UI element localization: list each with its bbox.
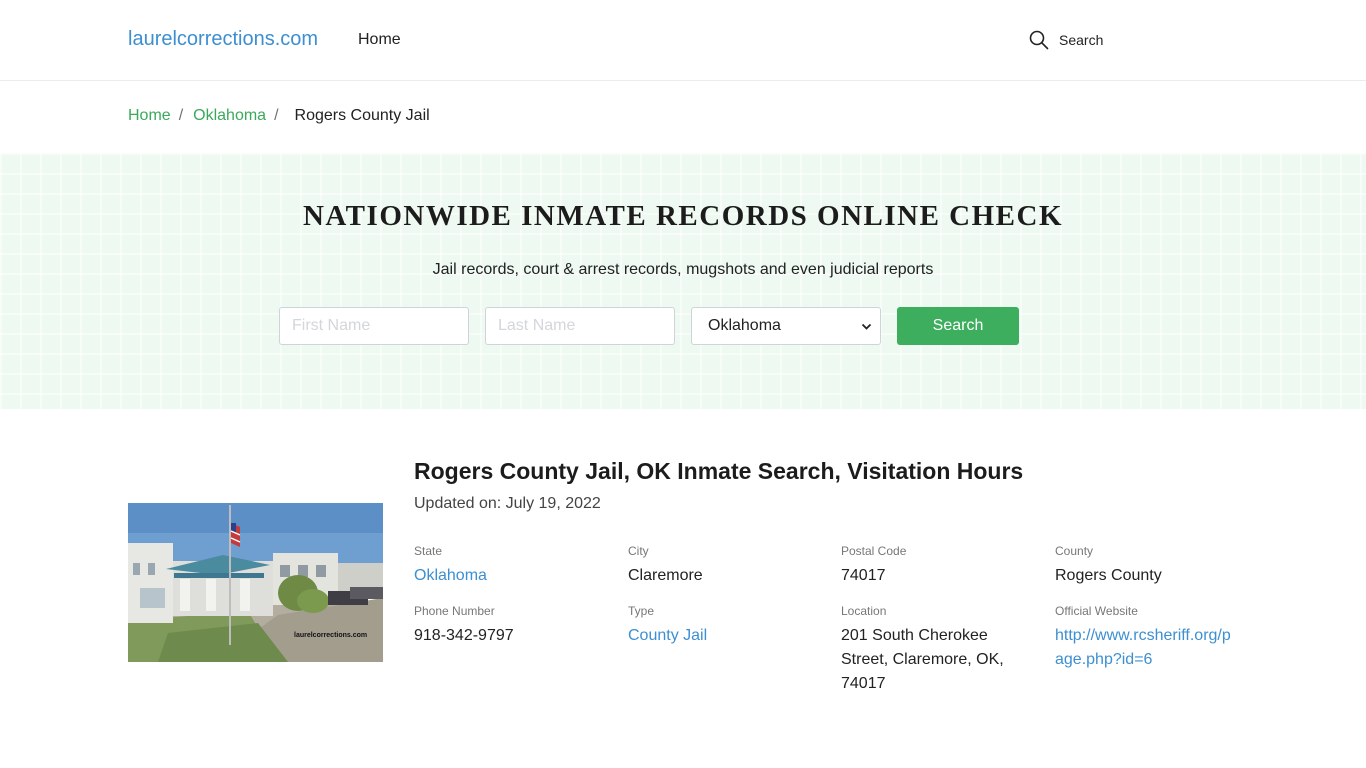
- first-name-input[interactable]: [279, 307, 469, 345]
- info-phone: Phone Number 918-342-9797: [414, 604, 514, 648]
- info-website: Official Website http://www.rcsheriff.or…: [1055, 604, 1231, 672]
- location-line: 74017: [841, 675, 886, 692]
- hero-subtitle: Jail records, court & arrest records, mu…: [432, 261, 934, 278]
- info-state: State Oklahoma: [414, 544, 487, 588]
- breadcrumb-separator: /: [178, 107, 184, 124]
- website-link[interactable]: age.php?id=6: [1055, 648, 1231, 672]
- hero-search-banner: NATIONWIDE INMATE RECORDS ONLINE CHECK J…: [0, 153, 1366, 409]
- site-logo-link[interactable]: laurelcorrections.com: [128, 28, 318, 51]
- city-value: Claremore: [628, 567, 703, 584]
- state-select-value: Oklahoma: [708, 317, 781, 334]
- county-value: Rogers County: [1055, 567, 1162, 584]
- phone-value: 918-342-9797: [414, 627, 514, 644]
- top-navbar: laurelcorrections.com Home Search: [0, 0, 1366, 81]
- info-label: Official Website: [1055, 604, 1138, 618]
- hero-title: NATIONWIDE INMATE RECORDS ONLINE CHECK: [302, 200, 1064, 232]
- info-label: Phone Number: [414, 604, 495, 618]
- info-label: Type: [628, 604, 655, 618]
- nav-home-link[interactable]: Home: [358, 31, 401, 49]
- info-label: Postal Code: [841, 544, 907, 558]
- header-search-label: Search: [1059, 32, 1104, 48]
- facility-photo: laurelcorrections.com: [128, 503, 383, 662]
- type-link[interactable]: County Jail: [628, 624, 707, 648]
- breadcrumb-current: Rogers County Jail: [294, 107, 430, 124]
- updated-date: Updated on: July 19, 2022: [414, 495, 601, 512]
- location-line: Street, Claremore, OK,: [841, 651, 1004, 668]
- breadcrumb-oklahoma[interactable]: Oklahoma: [193, 107, 266, 125]
- info-city: City Claremore: [628, 544, 703, 588]
- inmate-search-form: Oklahoma Search: [279, 307, 1019, 345]
- chevron-down-icon: [861, 323, 872, 330]
- info-postal-code: Postal Code 74017: [841, 544, 906, 588]
- website-link[interactable]: http://www.rcsheriff.org/p: [1055, 624, 1231, 648]
- location-line: 201 South Cherokee: [841, 627, 988, 644]
- info-type: Type County Jail: [628, 604, 707, 648]
- photo-watermark: laurelcorrections.com: [294, 632, 368, 639]
- state-select[interactable]: Oklahoma: [691, 307, 881, 345]
- search-icon: [1029, 30, 1049, 50]
- last-name-input[interactable]: [485, 307, 675, 345]
- info-label: City: [628, 544, 649, 558]
- breadcrumb-separator: /: [274, 107, 279, 124]
- page-title: Rogers County Jail, OK Inmate Search, Vi…: [414, 458, 1024, 484]
- info-label: Location: [841, 604, 887, 618]
- info-label: County: [1055, 544, 1094, 558]
- info-label: State: [414, 544, 443, 558]
- state-link[interactable]: Oklahoma: [414, 564, 487, 588]
- search-button[interactable]: Search: [897, 307, 1019, 345]
- postal-code-value: 74017: [841, 567, 886, 584]
- info-county: County Rogers County: [1055, 544, 1162, 588]
- info-location: Location 201 South Cherokee Street, Clar…: [841, 604, 1004, 696]
- breadcrumb: Home / Oklahoma / Rogers County Jail: [128, 107, 430, 125]
- header-search-link[interactable]: Search: [1029, 30, 1103, 50]
- breadcrumb-home[interactable]: Home: [128, 107, 171, 125]
